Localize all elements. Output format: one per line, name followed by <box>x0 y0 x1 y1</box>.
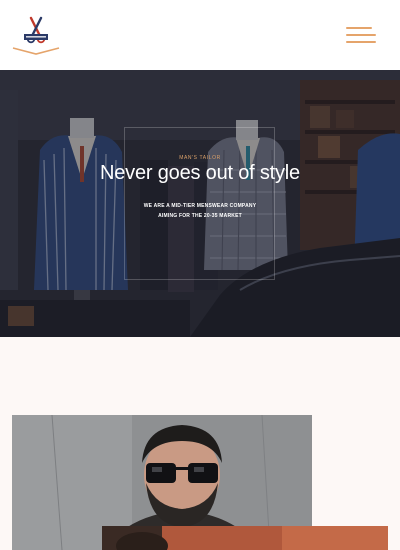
hero-subtitle-line: AIMING FOR THE 20-35 MARKET <box>158 213 242 219</box>
hero-section: MAN'S TAILOR Never goes out of style WE … <box>0 70 400 337</box>
hero-eyebrow: MAN'S TAILOR <box>179 155 221 161</box>
bearded-man-photo <box>102 526 388 550</box>
menu-line-icon <box>346 27 372 29</box>
secondary-image <box>102 526 388 550</box>
logo[interactable] <box>10 12 62 58</box>
site-header <box>0 0 400 70</box>
menu-line-icon <box>346 41 376 43</box>
hamburger-menu-button[interactable] <box>342 24 378 46</box>
hero-subtitle: WE ARE A MID-TIER MENSWEAR COMPANY AIMIN… <box>0 201 400 221</box>
scissors-logo-icon <box>12 16 60 55</box>
hero-subtitle-line: WE ARE A MID-TIER MENSWEAR COMPANY <box>143 203 257 209</box>
menu-line-icon <box>346 34 376 36</box>
hero-title: Never goes out of style <box>100 162 300 184</box>
